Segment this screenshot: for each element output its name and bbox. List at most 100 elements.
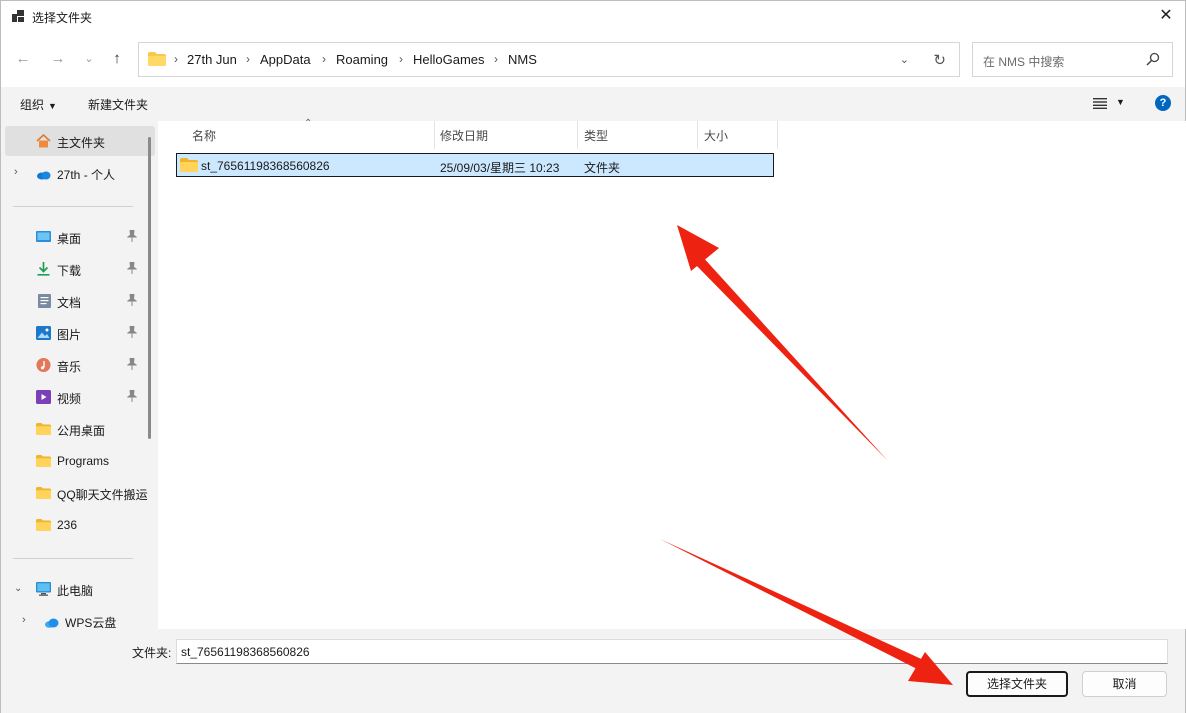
search-placeholder: 在 NMS 中搜索: [983, 55, 1065, 69]
sidebar-item-qq-files[interactable]: QQ聊天文件搬运: [1, 478, 149, 508]
onedrive-icon: [37, 171, 51, 180]
folder-icon: [148, 52, 166, 66]
folder-icon: [36, 423, 51, 435]
download-icon: [37, 262, 50, 276]
sidebar-item-documents[interactable]: 文档: [1, 286, 149, 316]
file-list: ⌃ 名称 修改日期 类型 大小 st_76561198368560826 25/…: [158, 118, 1186, 629]
select-folder-button[interactable]: 选择文件夹: [966, 671, 1068, 697]
pin-icon[interactable]: [127, 262, 137, 274]
sidebar-item-downloads[interactable]: 下载: [1, 254, 149, 284]
sidebar-item-public-desktop[interactable]: 公用桌面: [1, 414, 149, 444]
sidebar-divider: [13, 558, 133, 559]
sidebar-scrollbar[interactable]: [148, 137, 151, 439]
file-modified: 25/09/03/星期三 10:23: [440, 161, 560, 175]
breadcrumb-hellogames[interactable]: HelloGames: [413, 52, 485, 67]
breadcrumb-separator-icon: ›: [174, 52, 178, 66]
folder-icon: [36, 519, 51, 531]
search-box[interactable]: 在 NMS 中搜索: [972, 42, 1173, 77]
folder-field-label: 文件夹:: [132, 646, 172, 660]
column-header-label: 修改日期: [440, 129, 489, 143]
new-folder-button[interactable]: 新建文件夹: [88, 96, 148, 113]
select-folder-dialog: 选择文件夹 ✕ ← → ⌄ ↑ › 27th Jun › AppData › R…: [0, 0, 1186, 713]
pin-icon[interactable]: [127, 390, 137, 402]
videos-icon: [36, 390, 51, 404]
folder-icon: [36, 455, 51, 467]
column-separator[interactable]: [777, 121, 778, 149]
caret-down-icon: ▼: [48, 101, 57, 111]
sidebar-item-label: WPS云盘: [65, 616, 117, 629]
sidebar-item-label: 桌面: [57, 232, 82, 246]
close-icon[interactable]: ✕: [1157, 7, 1175, 25]
sidebar-item-pictures[interactable]: 图片: [1, 318, 149, 348]
chevron-right-icon[interactable]: ›: [14, 166, 18, 178]
folder-name-input[interactable]: st_76561198368560826: [176, 639, 1168, 664]
breadcrumb-27th-jun[interactable]: 27th Jun: [187, 52, 237, 67]
chevron-right-icon[interactable]: ›: [22, 614, 26, 626]
navigation-pane: 主文件夹 › 27th - 个人 桌面 下载 文档 图片 音乐 视频 公用桌面 …: [1, 121, 158, 629]
sidebar-item-programs[interactable]: Programs: [1, 446, 149, 476]
pin-icon[interactable]: [127, 358, 137, 370]
breadcrumb-separator-icon: ›: [494, 52, 498, 66]
breadcrumb-appdata[interactable]: AppData: [260, 52, 311, 67]
app-icon: [12, 10, 24, 22]
pin-icon[interactable]: [127, 230, 137, 242]
sidebar-item-label: 下载: [57, 264, 82, 278]
navigation-bar: ← → ⌄ ↑ › 27th Jun › AppData › Roaming ›…: [1, 31, 1185, 87]
folder-icon: [36, 487, 51, 499]
view-list-icon[interactable]: [1093, 97, 1107, 109]
sidebar-item-home[interactable]: 主文件夹: [5, 126, 155, 156]
breadcrumb-roaming[interactable]: Roaming: [336, 52, 388, 67]
breadcrumb-separator-icon: ›: [322, 52, 326, 66]
breadcrumb-separator-icon: ›: [399, 52, 403, 66]
sidebar-item-label: 视频: [57, 392, 82, 406]
sidebar-item-label: 音乐: [57, 360, 82, 374]
cancel-button[interactable]: 取消: [1082, 671, 1167, 697]
column-header-label: 名称: [192, 129, 217, 143]
address-history-chevron-icon[interactable]: ⌄: [900, 53, 909, 66]
table-row[interactable]: st_76561198368560826 25/09/03/星期三 10:23 …: [176, 153, 774, 177]
organize-label: 组织: [20, 98, 45, 112]
address-bar[interactable]: › 27th Jun › AppData › Roaming › HelloGa…: [138, 42, 960, 77]
breadcrumb-nms[interactable]: NMS: [508, 52, 537, 67]
sidebar-item-236[interactable]: 236: [1, 510, 149, 540]
recent-locations-chevron-icon[interactable]: ⌄: [79, 50, 99, 68]
column-header-type[interactable]: 类型: [578, 121, 697, 149]
forward-arrow-icon[interactable]: →: [48, 50, 68, 68]
column-header-label: 大小: [704, 129, 729, 143]
desktop-icon: [36, 231, 51, 242]
sidebar-item-label: Programs: [57, 454, 110, 468]
file-type: 文件夹: [584, 161, 621, 175]
wps-cloud-icon: [45, 618, 59, 628]
back-arrow-icon[interactable]: ←: [13, 50, 33, 68]
breadcrumb-separator-icon: ›: [246, 52, 250, 66]
sidebar-item-this-pc[interactable]: ⌄ 此电脑: [1, 574, 149, 604]
sidebar-divider: [13, 206, 133, 207]
sidebar-item-music[interactable]: 音乐: [1, 350, 149, 380]
sidebar-item-label: 此电脑: [57, 584, 94, 598]
column-header-name[interactable]: ⌃ 名称: [158, 118, 434, 149]
this-pc-icon: [36, 582, 51, 596]
sort-ascending-icon: ⌃: [304, 118, 313, 129]
sidebar-item-label: 文档: [57, 296, 82, 310]
sidebar-item-videos[interactable]: 视频: [1, 382, 149, 412]
view-options-caret-icon[interactable]: ▼: [1116, 97, 1125, 107]
pin-icon[interactable]: [127, 326, 137, 338]
home-icon: [36, 134, 51, 148]
organize-menu[interactable]: 组织 ▼: [20, 96, 57, 113]
title-bar: 选择文件夹 ✕: [1, 1, 1185, 31]
column-header-size[interactable]: 大小: [698, 121, 777, 149]
sidebar-item-desktop[interactable]: 桌面: [1, 222, 149, 252]
window-title: 选择文件夹: [32, 11, 93, 25]
help-icon[interactable]: ?: [1155, 95, 1171, 111]
sidebar-item-label: 公用桌面: [57, 424, 106, 438]
chevron-down-icon[interactable]: ⌄: [14, 583, 22, 594]
sidebar-item-label: 27th - 个人: [57, 168, 116, 182]
up-arrow-icon[interactable]: ↑: [107, 50, 127, 68]
sidebar-item-wps-cloud[interactable]: › WPS云盘: [1, 606, 149, 629]
sidebar-item-onedrive[interactable]: › 27th - 个人: [1, 158, 149, 188]
column-header-modified[interactable]: 修改日期: [435, 121, 577, 149]
refresh-icon[interactable]: ↻: [933, 51, 946, 69]
folder-icon: [180, 158, 198, 172]
file-name: st_76561198368560826: [201, 159, 330, 173]
pin-icon[interactable]: [127, 294, 137, 306]
